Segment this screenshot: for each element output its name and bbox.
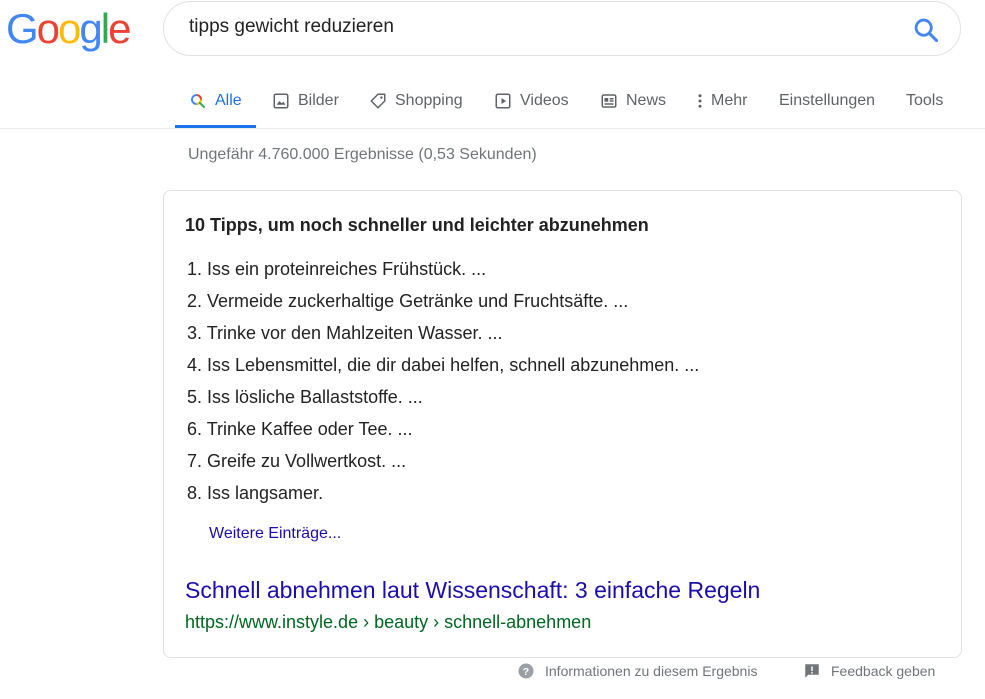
tag-icon bbox=[370, 93, 386, 109]
svg-text:?: ? bbox=[523, 666, 529, 678]
list-item: 1. Iss ein proteinreiches Frühstück. ... bbox=[187, 259, 487, 279]
tab-label: Alle bbox=[215, 92, 242, 109]
list-item: 6. Trinke Kaffee oder Tee. ... bbox=[187, 419, 413, 439]
tab-news[interactable]: News bbox=[600, 84, 666, 127]
tab-bilder[interactable]: Bilder bbox=[272, 84, 339, 127]
search-input[interactable] bbox=[189, 16, 889, 38]
play-icon bbox=[495, 93, 511, 109]
more-entries-link[interactable]: Weitere Einträge... bbox=[209, 525, 341, 543]
search-tabs: Alle Bilder Shopping Videos News Mehr Ei… bbox=[0, 84, 985, 129]
snippet-title: 10 Tipps, um noch schneller und leichter… bbox=[185, 215, 649, 235]
logo-letter: e bbox=[108, 5, 131, 52]
tab-alle[interactable]: Alle bbox=[175, 84, 256, 128]
tab-label: Einstellungen bbox=[779, 92, 876, 109]
tab-einstellungen[interactable]: Einstellungen bbox=[779, 84, 875, 127]
tips-list: 1. Iss ein proteinreiches Frühstück. ...… bbox=[187, 257, 699, 513]
list-item: 3. Trinke vor den Mahlzeiten Wasser. ... bbox=[187, 323, 503, 343]
search-icon bbox=[914, 18, 939, 43]
info-about-result[interactable]: ? Informationen zu diesem Ergebnis bbox=[517, 662, 757, 680]
logo-letter: o bbox=[36, 5, 60, 52]
help-icon: ? bbox=[518, 663, 534, 679]
image-icon bbox=[273, 93, 289, 109]
result-title-link[interactable]: Schnell abnehmen laut Wissenschaft: 3 ei… bbox=[185, 577, 760, 604]
search-box bbox=[163, 1, 961, 56]
results-count: Ungefähr 4.760.000 Ergebnisse (0,53 Seku… bbox=[188, 146, 537, 163]
logo-letter: l bbox=[100, 5, 110, 52]
tab-shopping[interactable]: Shopping bbox=[369, 84, 463, 127]
logo-letter: G bbox=[6, 5, 39, 52]
tab-label: Shopping bbox=[395, 92, 463, 109]
search-button[interactable] bbox=[912, 16, 940, 44]
list-item: 8. Iss langsamer. bbox=[187, 483, 324, 503]
list-item: 4. Iss Lebensmittel, die dir dabei helfe… bbox=[187, 355, 700, 375]
result-url: https://www.instyle.de › beauty › schnel… bbox=[185, 612, 592, 632]
tab-label: Tools bbox=[906, 92, 944, 109]
logo-letter: o bbox=[58, 5, 81, 52]
more-vert-icon bbox=[698, 94, 702, 108]
list-item: 2. Vermeide zuckerhaltige Getränke und F… bbox=[187, 291, 629, 311]
tab-mehr[interactable]: Mehr bbox=[694, 84, 747, 127]
search-icon bbox=[191, 94, 205, 108]
tab-label: Videos bbox=[520, 92, 569, 109]
feedback-icon bbox=[805, 664, 819, 678]
feedback-label: Feedback geben bbox=[831, 663, 936, 679]
list-item: 7. Greife zu Vollwertkost. ... bbox=[187, 451, 407, 471]
tab-tools[interactable]: Tools bbox=[906, 84, 943, 127]
featured-snippet: 10 Tipps, um noch schneller und leichter… bbox=[163, 190, 962, 658]
tab-label: Bilder bbox=[298, 92, 339, 109]
logo-letter: g bbox=[79, 5, 102, 52]
info-label: Informationen zu diesem Ergebnis bbox=[545, 663, 758, 679]
feedback-button[interactable]: Feedback geben bbox=[803, 662, 935, 680]
google-logo[interactable]: Google bbox=[6, 5, 131, 52]
tab-label: Mehr bbox=[711, 92, 748, 109]
tab-label: News bbox=[626, 92, 667, 109]
newspaper-icon bbox=[601, 94, 617, 108]
tab-videos[interactable]: Videos bbox=[494, 84, 569, 127]
list-item: 5. Iss lösliche Ballaststoffe. ... bbox=[187, 387, 423, 407]
